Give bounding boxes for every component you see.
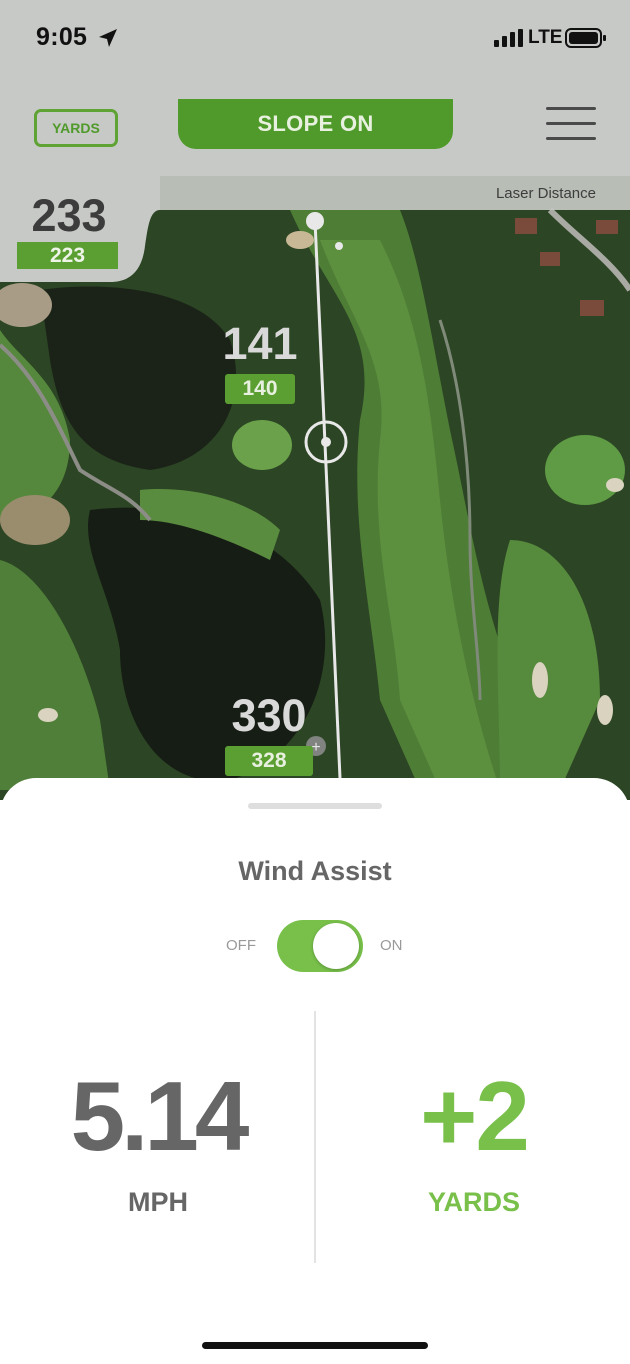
pin-distance-panel: 233 223: [0, 176, 160, 282]
slope-toggle-button[interactable]: SLOPE ON: [178, 99, 453, 149]
network-type: LTE: [528, 27, 563, 48]
wind-assist-toggle[interactable]: [277, 920, 363, 972]
yardage-adjustment-unit: YARDS: [427, 1187, 521, 1217]
location-arrow-icon: [99, 29, 117, 47]
home-indicator[interactable]: [202, 1342, 428, 1349]
status-time: 9:05: [36, 23, 88, 51]
toggle-on-label: ON: [380, 937, 403, 954]
cellular-signal-icon: [494, 29, 523, 47]
battery-icon: [565, 28, 606, 48]
wind-speed-unit: MPH: [128, 1187, 188, 1217]
target-adjusted-distance: 140: [225, 374, 295, 404]
wind-assist-title: Wind Assist: [238, 856, 392, 886]
yardage-adjustment-value: +2: [420, 1061, 530, 1171]
laser-distance-label: Laser Distance: [495, 185, 596, 202]
toggle-knob: [313, 923, 359, 969]
tee-adjusted-distance: 328: [225, 746, 313, 776]
wind-speed-value: 5.14: [70, 1061, 250, 1171]
divider: [314, 1011, 316, 1263]
target-distance: 141: [222, 318, 298, 369]
sheet-drag-handle[interactable]: [248, 803, 382, 809]
tee-distance: 330: [231, 690, 307, 741]
units-toggle-button[interactable]: YARDS: [34, 109, 118, 147]
pin-adjusted-distance: 223: [17, 242, 118, 269]
toggle-off-label: OFF: [226, 937, 256, 954]
hamburger-menu-icon[interactable]: [546, 106, 596, 142]
pin-distance: 233: [31, 190, 107, 241]
